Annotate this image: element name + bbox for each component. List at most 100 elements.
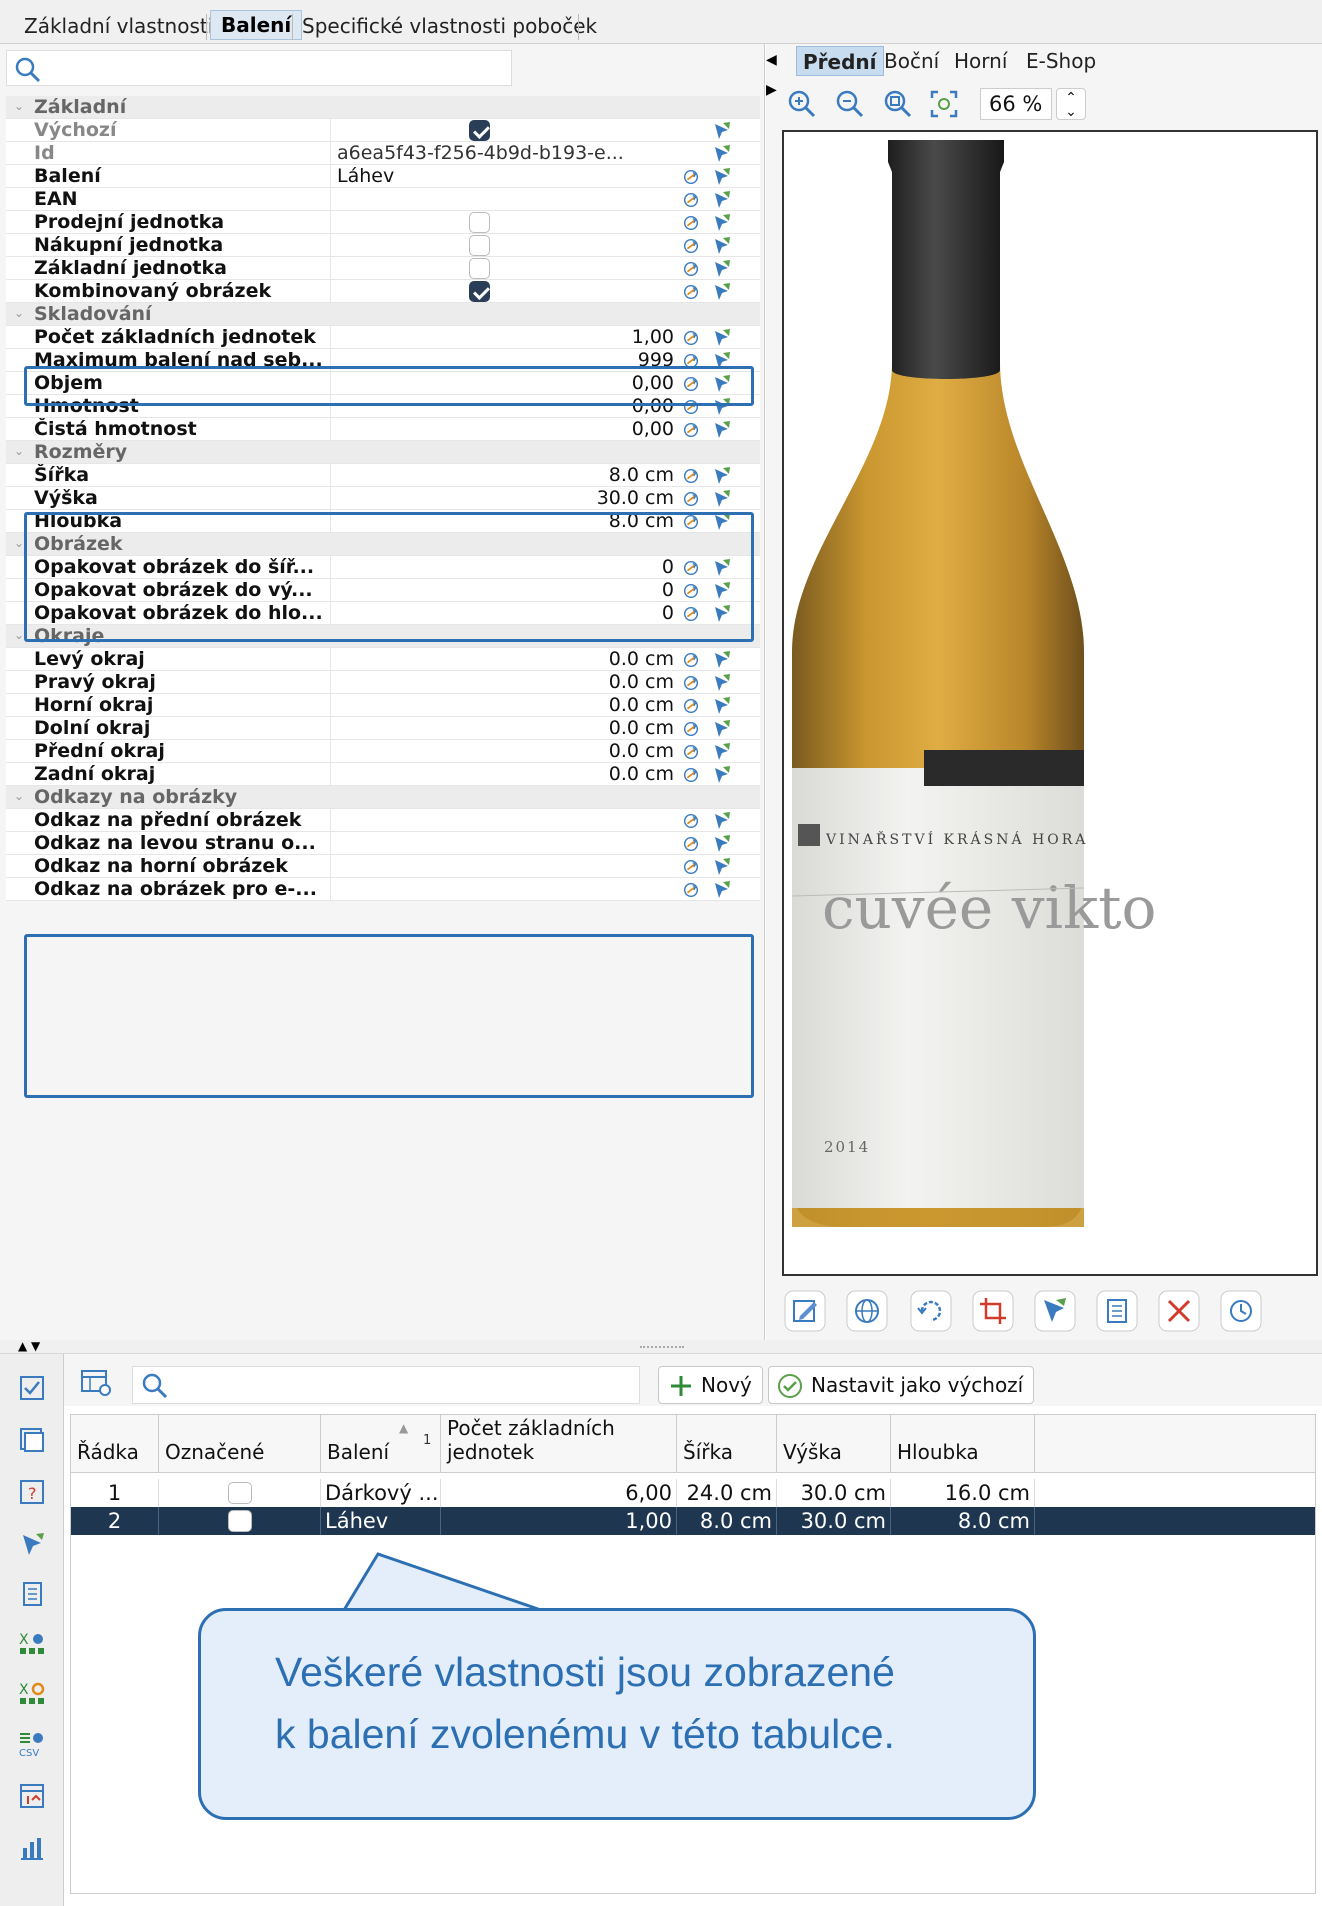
property-value[interactable] (330, 257, 680, 280)
table-row[interactable]: 1 Dárkový ... 6,00 24.0 cm 30.0 cm 16.0 … (71, 1479, 1315, 1507)
reset-value-icon[interactable] (682, 697, 700, 715)
tab-horni[interactable]: Horní (948, 46, 1013, 76)
reset-value-icon[interactable] (682, 858, 700, 876)
cell-oznacene[interactable] (159, 1507, 321, 1535)
property-checkbox[interactable] (469, 212, 490, 233)
property-value[interactable]: 0.0 cm (330, 648, 680, 671)
splitter-grip[interactable] (640, 1346, 684, 1348)
zoom-in-icon[interactable] (786, 88, 818, 120)
property-value[interactable]: 1,00 (330, 326, 680, 349)
row-checkbox[interactable] (227, 1510, 252, 1532)
document-list-icon[interactable] (18, 1580, 46, 1608)
property-checkbox[interactable] (469, 281, 490, 302)
property-value[interactable] (330, 855, 680, 878)
rotate-icon[interactable] (910, 1290, 952, 1332)
group-collapse-icon[interactable]: ⌄ (14, 790, 26, 802)
property-value[interactable] (330, 211, 680, 234)
export-excel-icon[interactable]: X (18, 1630, 46, 1658)
reset-value-icon[interactable] (682, 720, 700, 738)
property-value[interactable]: 0.0 cm (330, 694, 680, 717)
apply-to-all-icon[interactable] (712, 121, 732, 141)
reset-value-icon[interactable] (682, 421, 700, 439)
zoom-out-icon[interactable] (834, 88, 866, 120)
property-value[interactable]: 0,00 (330, 418, 680, 441)
table-settings-icon[interactable] (80, 1368, 112, 1398)
edit-image-icon[interactable] (784, 1290, 826, 1332)
apply-to-all-icon[interactable] (712, 742, 732, 762)
tab-zakladni-vlastnosti[interactable]: Základní vlastnosti (14, 12, 223, 40)
column-header-pocet[interactable]: Počet základních jednotek (441, 1415, 677, 1473)
apply-to-all-icon[interactable] (712, 236, 732, 256)
apply-to-all-icon[interactable] (712, 420, 732, 440)
list-search-input[interactable] (132, 1366, 640, 1404)
export-excel-settings-icon[interactable]: X (18, 1680, 46, 1708)
reset-value-icon[interactable] (682, 329, 700, 347)
reset-value-icon[interactable] (682, 766, 700, 784)
apply-to-all-icon[interactable] (712, 213, 732, 233)
apply-to-all-icon[interactable] (712, 765, 732, 785)
apply-to-all-icon[interactable] (712, 880, 732, 900)
new-button[interactable]: Nový (658, 1366, 763, 1404)
zoom-level-field[interactable]: 66 % (980, 88, 1052, 120)
apply-to-all-icon[interactable] (712, 696, 732, 716)
copy-image-icon[interactable] (1096, 1290, 1138, 1332)
chart-icon[interactable] (18, 1834, 46, 1862)
reset-value-icon[interactable] (682, 490, 700, 508)
group-collapse-icon[interactable]: ⌄ (14, 307, 26, 319)
apply-to-all-icon[interactable] (712, 282, 732, 302)
select-all-icon[interactable] (18, 1374, 46, 1402)
property-value[interactable]: Láhev (330, 165, 680, 188)
group-collapse-icon[interactable]: ⌄ (14, 100, 26, 112)
tab-bocni[interactable]: Boční (878, 46, 945, 76)
set-default-button[interactable]: Nastavit jako výchozí (768, 1366, 1035, 1404)
column-header-oznacene[interactable]: Označené (159, 1415, 321, 1473)
zoom-stepper[interactable]: ⌃ ⌄ (1056, 88, 1086, 120)
delete-image-icon[interactable] (1158, 1290, 1200, 1332)
column-header-vyska[interactable]: Výška (777, 1415, 891, 1473)
export-csv-icon[interactable]: CSV (18, 1730, 46, 1758)
property-checkbox[interactable] (469, 258, 490, 279)
column-header-sirka[interactable]: Šířka (677, 1415, 777, 1473)
property-value[interactable]: 0.0 cm (330, 763, 680, 786)
reset-value-icon[interactable] (682, 812, 700, 830)
tab-baleni[interactable]: Balení (210, 10, 303, 40)
reset-value-icon[interactable] (682, 191, 700, 209)
assign-image-icon[interactable] (1034, 1290, 1076, 1332)
property-value[interactable] (330, 188, 680, 211)
apply-to-all-icon[interactable] (712, 466, 732, 486)
property-value[interactable]: 0.0 cm (330, 717, 680, 740)
reset-value-icon[interactable] (682, 283, 700, 301)
table-row-selected[interactable]: 2 Láhev 1,00 8.0 cm 30.0 cm 8.0 cm (71, 1507, 1315, 1535)
property-search-input[interactable] (6, 50, 512, 86)
reset-value-icon[interactable] (682, 651, 700, 669)
group-skladovani[interactable]: ⌄ Skladování (6, 303, 760, 326)
group-collapse-icon[interactable]: ⌄ (14, 445, 26, 457)
property-value[interactable] (330, 280, 680, 303)
apply-to-all-icon[interactable] (712, 489, 732, 509)
history-icon[interactable] (1220, 1290, 1262, 1332)
collapse-left-icon[interactable]: ◀ (766, 52, 780, 68)
property-value[interactable] (330, 832, 680, 855)
property-value[interactable] (330, 809, 680, 832)
apply-to-all-icon[interactable] (712, 167, 732, 187)
reset-value-icon[interactable] (682, 214, 700, 232)
reset-value-icon[interactable] (682, 881, 700, 899)
zoom-fit-icon[interactable] (882, 88, 914, 120)
property-checkbox[interactable] (469, 120, 490, 141)
tab-eshop[interactable]: E-Shop (1020, 46, 1102, 76)
reset-value-icon[interactable] (682, 467, 700, 485)
table-swap-icon[interactable] (18, 1782, 46, 1810)
apply-to-all-icon[interactable] (712, 811, 732, 831)
property-value[interactable]: 30.0 cm (330, 487, 680, 510)
reset-value-icon[interactable] (682, 743, 700, 761)
property-value[interactable] (330, 119, 680, 142)
cell-oznacene[interactable] (159, 1479, 321, 1507)
property-value[interactable]: 0.0 cm (330, 740, 680, 763)
reset-value-icon[interactable] (682, 260, 700, 278)
tab-predni[interactable]: Přední (796, 46, 884, 76)
reset-value-icon[interactable] (682, 674, 700, 692)
crop-icon[interactable] (972, 1290, 1014, 1332)
deselect-icon[interactable] (18, 1426, 46, 1454)
property-value[interactable] (330, 234, 680, 257)
property-value[interactable]: 0.0 cm (330, 671, 680, 694)
